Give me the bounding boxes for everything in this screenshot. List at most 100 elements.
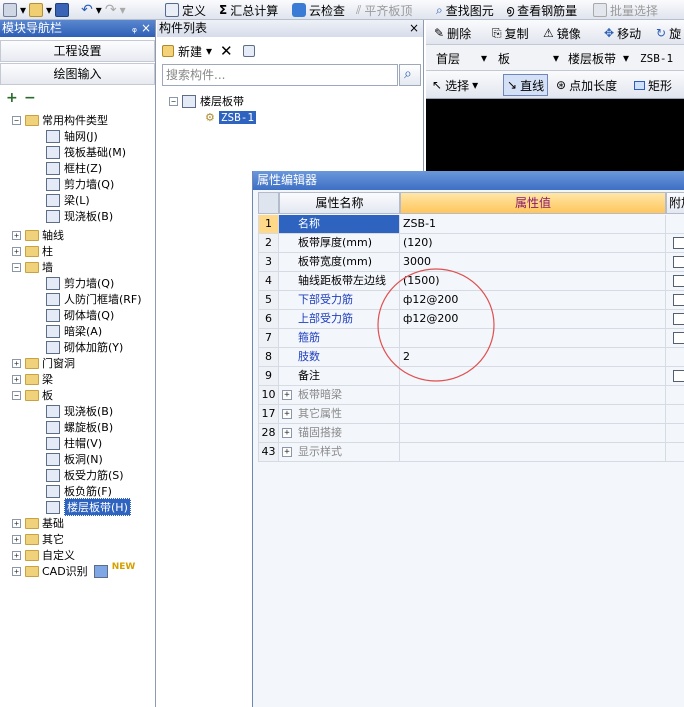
tree-node-doors[interactable]: + 门窗洞 — [12, 355, 75, 371]
expand-icon[interactable]: + — [12, 518, 21, 528]
find-element-button[interactable]: ⌕ 查找图元 — [436, 1, 494, 19]
tree-item-spiral-slab[interactable]: 螺旋板(B) — [46, 419, 113, 435]
property-value[interactable]: ZSB-1 — [400, 215, 666, 234]
dropdown-arrow-icon[interactable]: ▾ — [46, 3, 52, 17]
expand-icon[interactable]: + — [282, 428, 292, 438]
move-button[interactable]: ✥ 移动 — [604, 24, 641, 42]
property-row[interactable]: 4 轴线距板带左边线 (1500) — [258, 272, 684, 291]
delete-icon[interactable]: ✕ — [220, 42, 233, 60]
undo-icon[interactable]: ↶ — [81, 2, 93, 18]
tree-item-shear-wall[interactable]: 剪力墙(Q) — [46, 176, 114, 192]
property-value[interactable] — [400, 405, 666, 424]
tree-item-axis-grid[interactable]: 轴网(J) — [46, 128, 98, 144]
close-icon[interactable]: × — [409, 20, 419, 37]
property-value[interactable] — [400, 424, 666, 443]
extra-checkbox[interactable] — [673, 237, 684, 249]
expand-icon[interactable]: + — [12, 358, 21, 368]
search-button[interactable]: ⌕ — [399, 64, 421, 86]
expand-icon[interactable]: + — [12, 230, 21, 240]
tree-item-cast-slab[interactable]: 现浇板(B) — [46, 403, 113, 419]
property-row[interactable]: 7 箍筋 — [258, 329, 684, 348]
tree-item-shear-wall[interactable]: 剪力墙(Q) — [46, 275, 114, 291]
collapse-icon[interactable]: − — [12, 262, 21, 272]
view-rebar-button[interactable]: ൭ 查看钢筋量 — [506, 1, 577, 19]
property-row[interactable]: 10 + 板带暗梁 — [258, 386, 684, 405]
expand-all-icon[interactable]: + — [6, 90, 18, 106]
project-settings-button[interactable]: 工程设置 — [0, 40, 155, 62]
tree-node-column[interactable]: + 柱 — [12, 243, 53, 259]
tree-item-floor-band[interactable]: 楼层板带(H) — [46, 498, 131, 516]
floor-select[interactable]: 首层 ▾ — [436, 49, 487, 67]
expand-icon[interactable]: + — [282, 390, 292, 400]
property-value[interactable]: (120) — [400, 234, 666, 253]
property-value[interactable] — [400, 386, 666, 405]
property-value[interactable]: ф12@200 — [400, 291, 666, 310]
property-row[interactable]: 8 肢数 2 — [258, 348, 684, 367]
complist-root-node[interactable]: − 楼层板带 — [169, 93, 244, 109]
tree-item-raft[interactable]: 筏板基础(M) — [46, 144, 126, 160]
property-row[interactable]: 1 名称 ZSB-1 — [258, 215, 684, 234]
extra-checkbox[interactable] — [673, 313, 684, 325]
tree-node-common[interactable]: − 常用构件类型 — [12, 112, 108, 128]
drawing-input-button[interactable]: 绘图输入 — [0, 63, 155, 85]
property-value[interactable] — [400, 443, 666, 462]
collapse-icon[interactable]: − — [169, 96, 178, 106]
property-row[interactable]: 9 备注 — [258, 367, 684, 386]
define-button[interactable]: 定义 — [165, 1, 206, 19]
rotate-button[interactable]: ↻ 旋 — [656, 24, 681, 42]
tree-node-axis[interactable]: + 轴线 — [12, 227, 64, 243]
grid-icon[interactable] — [3, 3, 17, 17]
save-icon[interactable] — [55, 3, 70, 17]
expand-icon[interactable]: + — [12, 566, 21, 576]
expand-icon[interactable]: + — [282, 409, 292, 419]
property-row[interactable]: 5 下部受力筋 ф12@200 — [258, 291, 684, 310]
dropdown-arrow-icon[interactable]: ▾ — [20, 3, 26, 17]
type-select[interactable]: 楼层板带 ▾ — [568, 49, 629, 67]
tree-node-other[interactable]: + 其它 — [12, 531, 64, 547]
property-value[interactable]: (1500) — [400, 272, 666, 291]
property-row[interactable]: 3 板带宽度(mm) 3000 — [258, 253, 684, 272]
property-row[interactable]: 43 + 显示样式 — [258, 443, 684, 462]
property-row[interactable]: 6 上部受力筋 ф12@200 — [258, 310, 684, 329]
tree-node-cad[interactable]: + CAD识别 NEW — [12, 562, 135, 579]
extra-checkbox[interactable] — [673, 332, 684, 344]
dropdown-arrow-icon[interactable]: ▾ — [120, 3, 126, 17]
expand-icon[interactable]: + — [282, 447, 292, 457]
select-button[interactable]: ↖ 选择 ▾ — [432, 76, 478, 94]
tree-item-hidden-beam[interactable]: 暗梁(A) — [46, 323, 102, 339]
collapse-icon[interactable]: − — [12, 390, 21, 400]
copy-button[interactable]: ⎘ 复制 — [492, 24, 529, 42]
property-value[interactable]: 3000 — [400, 253, 666, 272]
tree-node-foundation[interactable]: + 基础 — [12, 515, 64, 531]
delete-button[interactable]: ✎ 删除 — [434, 24, 471, 42]
tree-node-wall[interactable]: − 墙 — [12, 259, 53, 275]
tree-item-slab-rebar[interactable]: 板受力筋(S) — [46, 467, 124, 483]
summary-calc-button[interactable]: Σ 汇总计算 — [219, 1, 278, 19]
property-value[interactable] — [400, 367, 666, 386]
tree-item-column-cap[interactable]: 柱帽(V) — [46, 435, 102, 451]
tree-item-masonry-wall[interactable]: 砌体墙(Q) — [46, 307, 114, 323]
property-value[interactable]: 2 — [400, 348, 666, 367]
expand-icon[interactable]: + — [12, 374, 21, 384]
tree-item-frame-column[interactable]: 框柱(Z) — [46, 160, 102, 176]
tree-node-beams[interactable]: + 梁 — [12, 371, 53, 387]
pin-icon[interactable]: ᵩ — [132, 20, 137, 37]
category-select[interactable]: 板 ▾ — [498, 49, 559, 67]
property-row[interactable]: 17 + 其它属性 — [258, 405, 684, 424]
line-button[interactable]: ↘ 直线 — [503, 74, 549, 96]
cloud-check-button[interactable]: 云检查 — [292, 1, 345, 19]
copy-icon[interactable] — [242, 45, 255, 57]
point-length-button[interactable]: ⊛ 点加长度 — [556, 76, 617, 94]
tree-item-cast-slab[interactable]: 现浇板(B) — [46, 208, 113, 224]
batch-select-button[interactable]: 批量选择 — [593, 1, 658, 19]
flush-slab-top-button[interactable]: ⫽ 平齐板顶 — [356, 1, 412, 19]
extra-checkbox[interactable] — [673, 294, 684, 306]
expand-icon[interactable]: + — [12, 550, 21, 560]
toolbar-icons-left[interactable]: ▾ ▾ ↶ ▾ ↷ ▾ — [3, 1, 126, 19]
property-value[interactable] — [400, 329, 666, 348]
tree-item-negative-rebar[interactable]: 板负筋(F) — [46, 483, 112, 499]
mirror-button[interactable]: ⚠ 镜像 — [543, 24, 581, 42]
expand-icon[interactable]: + — [12, 246, 21, 256]
component-select[interactable]: ZSB-1 — [640, 49, 673, 67]
expand-icon[interactable]: + — [12, 534, 21, 544]
